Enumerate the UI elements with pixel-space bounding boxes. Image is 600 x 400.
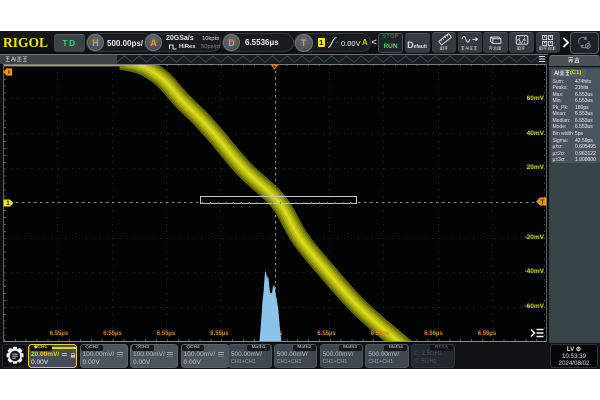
svg-text:T: T (540, 199, 544, 206)
svg-text:1: 1 (6, 200, 10, 207)
